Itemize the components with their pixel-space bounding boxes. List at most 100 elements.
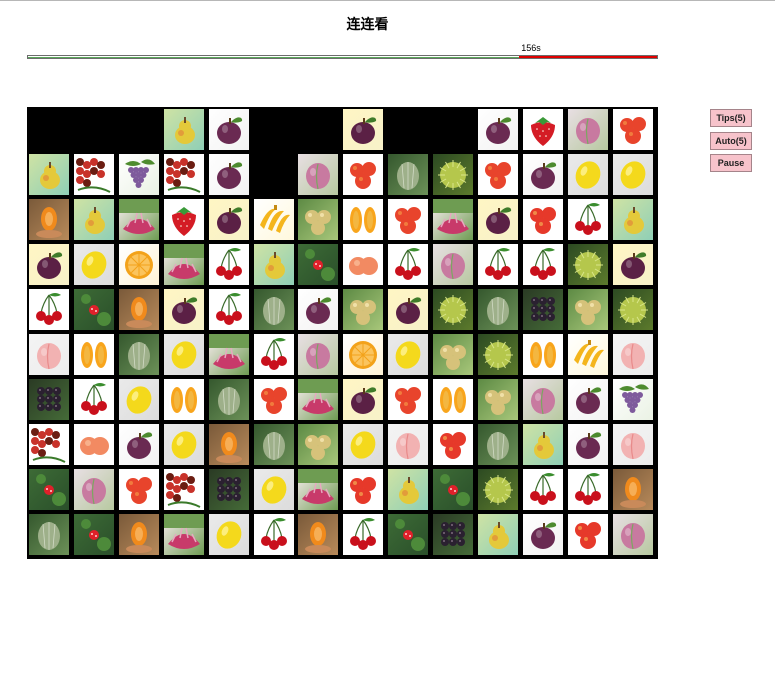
tile-lemon[interactable] (613, 154, 653, 195)
tile-peach[interactable] (74, 469, 114, 510)
tile-nectarine[interactable] (343, 154, 383, 195)
tile-blackberry[interactable] (209, 469, 249, 510)
tile-longan[interactable] (343, 289, 383, 330)
tile-papaya[interactable] (298, 514, 338, 555)
tile-pear[interactable] (388, 469, 428, 510)
tile-cherries[interactable] (209, 244, 249, 285)
tile-cherries[interactable] (74, 379, 114, 420)
tile-blackberry[interactable] (433, 514, 473, 555)
tile-peach[interactable] (298, 334, 338, 375)
tile-plum-white[interactable] (523, 154, 563, 195)
tile-dragon[interactable] (209, 334, 249, 375)
tile-plum[interactable] (164, 289, 204, 330)
tile-berries-green[interactable] (433, 469, 473, 510)
tile-longan[interactable] (568, 289, 608, 330)
tile-papaya[interactable] (209, 424, 249, 465)
tile-peach[interactable] (523, 379, 563, 420)
tile-redapple[interactable] (433, 424, 473, 465)
tile-lemon[interactable] (209, 514, 249, 555)
tile-papaya[interactable] (613, 469, 653, 510)
tile-berries-green[interactable] (74, 514, 114, 555)
tile-peach-pink[interactable] (613, 424, 653, 465)
tile-lemon[interactable] (343, 424, 383, 465)
tile-dragon[interactable] (298, 379, 338, 420)
tile-dragon[interactable] (164, 514, 204, 555)
tile-plum[interactable] (613, 244, 653, 285)
tile-chestnut[interactable] (613, 289, 653, 330)
tile-redapple[interactable] (343, 469, 383, 510)
tile-berries-green[interactable] (388, 514, 428, 555)
tile-melon[interactable] (119, 334, 159, 375)
tile-berries-green[interactable] (74, 289, 114, 330)
tile-pear[interactable] (254, 244, 294, 285)
tile-chestnut[interactable] (433, 154, 473, 195)
tile-lychee-pile[interactable] (74, 154, 114, 195)
auto-button[interactable]: Auto(5) (710, 132, 752, 150)
tile-pear[interactable] (74, 199, 114, 240)
tile-strawberry[interactable] (164, 199, 204, 240)
tile-chestnut[interactable] (433, 289, 473, 330)
tile-lemon[interactable] (254, 469, 294, 510)
tile-redapple[interactable] (523, 199, 563, 240)
tile-cherries[interactable] (343, 514, 383, 555)
tile-plum[interactable] (209, 199, 249, 240)
tile-chestnut[interactable] (568, 244, 608, 285)
tile-dragon[interactable] (164, 244, 204, 285)
tile-orange-half[interactable] (119, 244, 159, 285)
tile-plum[interactable] (388, 289, 428, 330)
pause-button[interactable]: Pause (710, 154, 752, 172)
tile-orange-half[interactable] (343, 334, 383, 375)
tile-lychee-pile[interactable] (164, 154, 204, 195)
tile-cherries[interactable] (254, 334, 294, 375)
tile-peach-pink[interactable] (613, 334, 653, 375)
tile-peach[interactable] (433, 244, 473, 285)
tile-pear[interactable] (29, 154, 69, 195)
tile-dragon[interactable] (298, 469, 338, 510)
tile-peach-fuzzy[interactable] (74, 424, 114, 465)
tile-plum-white[interactable] (298, 289, 338, 330)
tile-berries-green[interactable] (29, 469, 69, 510)
tile-cherries[interactable] (388, 244, 428, 285)
tile-redapple[interactable] (568, 514, 608, 555)
tile-melon[interactable] (478, 424, 518, 465)
tile-cherries[interactable] (478, 244, 518, 285)
tile-plum-white[interactable] (523, 514, 563, 555)
tile-melon[interactable] (209, 379, 249, 420)
tile-nectarine[interactable] (478, 154, 518, 195)
tile-plum[interactable] (343, 379, 383, 420)
tile-longan[interactable] (298, 199, 338, 240)
tile-dragon[interactable] (119, 199, 159, 240)
tile-banana[interactable] (568, 334, 608, 375)
tile-lychee-pile[interactable] (29, 424, 69, 465)
tile-plum-white[interactable] (209, 109, 249, 150)
tile-melon[interactable] (388, 154, 428, 195)
tile-mango-slice[interactable] (74, 334, 114, 375)
tile-lemon[interactable] (388, 334, 428, 375)
tile-cherries[interactable] (568, 199, 608, 240)
tile-cherries[interactable] (29, 289, 69, 330)
tile-grapes[interactable] (119, 154, 159, 195)
tile-melon[interactable] (254, 289, 294, 330)
tile-longan[interactable] (433, 334, 473, 375)
tile-peach-pink[interactable] (29, 334, 69, 375)
tile-peach[interactable] (298, 154, 338, 195)
tile-peach-pink[interactable] (388, 424, 428, 465)
tile-mango-slice[interactable] (523, 334, 563, 375)
tile-mango-slice[interactable] (433, 379, 473, 420)
tile-nectarine[interactable] (388, 379, 428, 420)
tile-pear[interactable] (478, 514, 518, 555)
tile-chestnut[interactable] (478, 334, 518, 375)
tile-nectarine[interactable] (254, 379, 294, 420)
tile-peach-fuzzy[interactable] (343, 244, 383, 285)
tile-blackberry[interactable] (29, 379, 69, 420)
tile-peach[interactable] (613, 514, 653, 555)
tile-melon[interactable] (478, 289, 518, 330)
tile-banana[interactable] (254, 199, 294, 240)
tile-plum-white[interactable] (209, 154, 249, 195)
tile-lemon[interactable] (164, 424, 204, 465)
tile-cherries[interactable] (523, 469, 563, 510)
tile-papaya[interactable] (119, 289, 159, 330)
tile-pear[interactable] (523, 424, 563, 465)
tile-nectarine[interactable] (613, 109, 653, 150)
tile-cherries[interactable] (523, 244, 563, 285)
